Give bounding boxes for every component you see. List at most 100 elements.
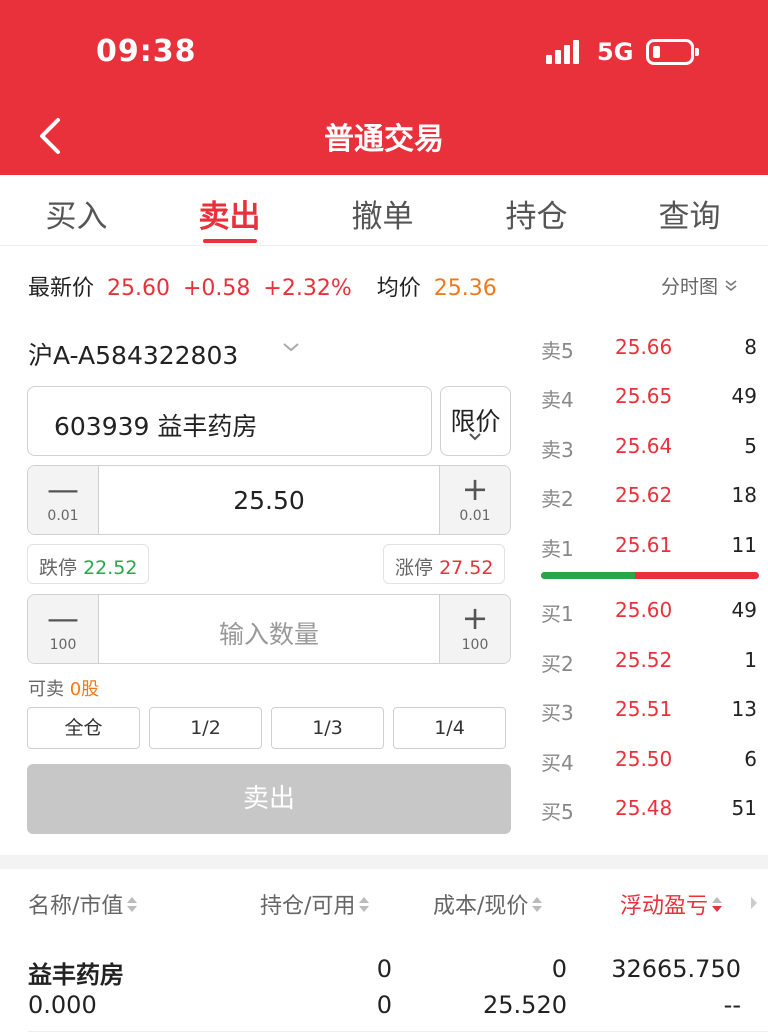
ask-level: 卖1 (541, 537, 574, 561)
position-cost: 0 (551, 955, 567, 983)
ask-volume: 18 (731, 483, 757, 507)
position-available: 0 (376, 991, 392, 1019)
tab-cancel[interactable]: 撤单 (306, 191, 459, 236)
quantity-decrease-button[interactable]: — 100 (28, 595, 99, 663)
page-title: 普通交易 (324, 122, 444, 157)
ask-row[interactable]: 卖4 25.65 49 (541, 384, 759, 414)
position-current-price: 25.520 (483, 991, 567, 1019)
bid-volume: 13 (731, 697, 757, 721)
sellable-value: 0股 (69, 679, 100, 700)
tab-buy[interactable]: 买入 (0, 191, 153, 236)
position-pnl: 32665.750 (611, 955, 741, 983)
bid-row[interactable]: 买3 25.51 13 (541, 697, 759, 727)
col-holding-header[interactable]: 持仓/可用 (260, 888, 370, 920)
limit-down-value: 22.52 (83, 557, 138, 579)
network-type: 5G (597, 38, 634, 66)
tab-positions[interactable]: 持仓 (460, 191, 613, 236)
bid-row[interactable]: 买2 25.52 1 (541, 648, 759, 678)
intraday-chart-link[interactable]: 分时图 (661, 272, 738, 299)
col-cost-label: 成本/现价 (433, 894, 529, 919)
ask-price: 25.62 (615, 483, 673, 507)
tab-sell[interactable]: 卖出 (153, 191, 306, 236)
status-time: 09:38 (96, 34, 197, 69)
position-pnl-pct: -- (723, 991, 741, 1019)
bid-volume: 51 (731, 796, 757, 820)
trade-tabs: 买入 卖出 撤单 持仓 查询 (0, 175, 768, 246)
avg-price: 25.36 (433, 276, 497, 301)
active-tab-indicator (203, 239, 257, 243)
stock-input-value: 603939 益丰药房 (54, 412, 258, 441)
section-divider (0, 855, 768, 869)
bid-level: 买1 (541, 602, 574, 626)
sellable-info: 可卖 0股 (28, 675, 99, 701)
bid-price: 25.52 (615, 648, 673, 672)
ratio-third-button[interactable]: 1/3 (271, 707, 384, 749)
order-type-select[interactable]: 限价 (440, 386, 511, 456)
col-holding-label: 持仓/可用 (260, 894, 356, 919)
position-holding: 0 (376, 955, 392, 983)
bid-row[interactable]: 买5 25.48 51 (541, 796, 759, 826)
quantity-stepper: — 100 输入数量 + 100 (27, 594, 511, 664)
sort-icon (531, 897, 543, 913)
ratio-quarter-button[interactable]: 1/4 (393, 707, 506, 749)
ask-row[interactable]: 卖3 25.64 5 (541, 434, 759, 464)
ask-volume: 49 (731, 384, 757, 408)
bid-row[interactable]: 买1 25.60 49 (541, 598, 759, 628)
bid-volume: 49 (731, 598, 757, 622)
ask-volume: 8 (744, 335, 757, 359)
sell-submit-button[interactable]: 卖出 (27, 764, 511, 834)
price-input[interactable]: 25.50 (99, 486, 439, 515)
price-decrease-button[interactable]: — 0.01 (28, 466, 99, 534)
ratio-half-button[interactable]: 1/2 (149, 707, 262, 749)
limit-up-button[interactable]: 涨停 27.52 (383, 544, 506, 584)
bid-level: 买4 (541, 751, 574, 775)
limit-down-button[interactable]: 跌停 22.52 (27, 544, 150, 584)
col-pnl-header[interactable]: 浮动盈亏 (620, 888, 723, 920)
chevron-down-icon[interactable] (282, 338, 300, 356)
bid-level: 买3 (541, 701, 574, 725)
ask-volume: 5 (744, 434, 757, 458)
latest-price: 25.60 (107, 276, 170, 301)
ratio-full-button[interactable]: 全仓 (27, 707, 140, 749)
stock-input[interactable]: 603939 益丰药房 (27, 386, 432, 456)
minus-icon: — (47, 470, 79, 508)
tab-query[interactable]: 查询 (613, 191, 766, 236)
ask-price: 25.61 (615, 533, 673, 557)
col-pnl-label: 浮动盈亏 (620, 894, 709, 919)
bid-level: 买5 (541, 800, 574, 824)
double-chevron-down-icon (725, 280, 737, 292)
plus-icon: + (461, 470, 489, 508)
ask-level: 卖4 (541, 388, 574, 412)
ask-row[interactable]: 卖2 25.62 18 (541, 483, 759, 513)
bid-volume: 6 (744, 747, 757, 771)
limit-up-value: 27.52 (439, 557, 494, 579)
col-name-label: 名称/市值 (28, 894, 124, 919)
ask-price: 25.64 (615, 434, 673, 458)
position-name: 益丰药房 (28, 961, 124, 989)
ask-level: 卖2 (541, 487, 574, 511)
bid-row[interactable]: 买4 25.50 6 (541, 747, 759, 777)
quantity-input[interactable]: 输入数量 (99, 615, 439, 651)
col-name-header[interactable]: 名称/市值 (28, 888, 138, 920)
quote-line: 最新价 25.60 +0.58 +2.32% 均价 25.36 (28, 270, 503, 302)
quantity-increase-button[interactable]: + 100 (439, 595, 510, 663)
ask-price: 25.66 (615, 335, 673, 359)
limit-up-label: 涨停 (395, 557, 434, 579)
latest-price-label: 最新价 (28, 276, 95, 301)
app-header: 09:38 5G 普通交易 (0, 0, 768, 175)
account-selector[interactable]: 沪A-A584322803 (28, 336, 238, 372)
row-divider (28, 1031, 768, 1032)
price-increase-button[interactable]: + 0.01 (439, 466, 510, 534)
ask-row[interactable]: 卖1 25.61 11 (541, 533, 759, 563)
bid-price: 25.50 (615, 747, 673, 771)
plus-icon: + (461, 599, 489, 637)
ask-price: 25.65 (615, 384, 673, 408)
ask-level: 卖5 (541, 339, 574, 363)
col-cost-header[interactable]: 成本/现价 (433, 888, 543, 920)
ask-row[interactable]: 卖5 25.66 8 (541, 335, 759, 365)
intraday-chart-label: 分时图 (660, 276, 718, 298)
sort-icon (126, 897, 138, 913)
quantity-step: 100 (49, 637, 77, 653)
position-market-value: 0.000 (28, 991, 97, 1019)
price-step: 0.01 (459, 508, 491, 524)
